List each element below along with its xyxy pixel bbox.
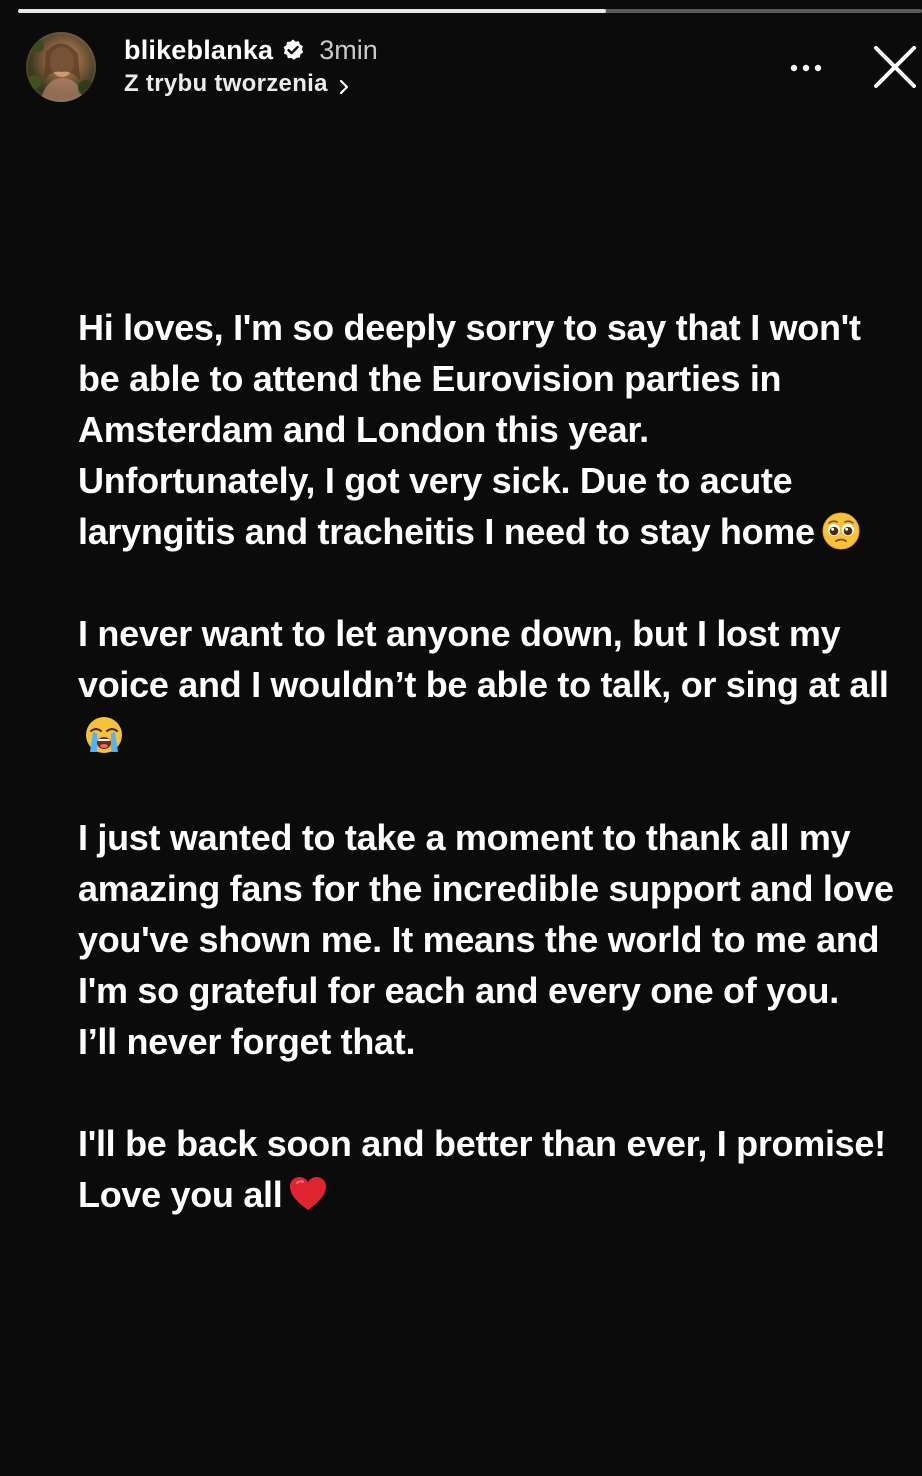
- paragraph-3-line-1: I just wanted to take a moment to thank …: [78, 817, 894, 1011]
- story-progress-bar: [18, 9, 922, 13]
- paragraph-1-line-1: Hi loves, I'm so deeply sorry to say tha…: [78, 307, 861, 450]
- paragraph-3-line-2: I’ll never forget that.: [78, 1021, 416, 1062]
- paragraph-4-text: I'll be back soon and better than ever, …: [78, 1123, 886, 1215]
- story-progress-fill: [18, 9, 606, 13]
- more-options-icon: [790, 64, 822, 72]
- pleading-face-emoji-icon: [821, 511, 861, 551]
- paragraph-3: I just wanted to take a moment to thank …: [78, 812, 898, 1067]
- avatar[interactable]: [26, 32, 96, 102]
- loudly-crying-face-emoji-icon: [84, 715, 124, 755]
- avatar-image: [27, 40, 94, 102]
- story-text: Hi loves, I'm so deeply sorry to say tha…: [78, 302, 898, 1220]
- close-button[interactable]: [868, 40, 922, 94]
- chevron-right-icon: [338, 75, 350, 95]
- more-options-button[interactable]: [782, 48, 834, 88]
- story-meta: blikeblanka 3min Z trybu tworzenia: [124, 32, 378, 98]
- posted-time: 3min: [319, 34, 378, 65]
- paragraph-1: Hi loves, I'm so deeply sorry to say tha…: [78, 302, 898, 557]
- red-heart-emoji-icon: [288, 1174, 328, 1214]
- paragraph-2: I never want to let anyone down, but I l…: [78, 608, 898, 761]
- paragraph-4: I'll be back soon and better than ever, …: [78, 1118, 898, 1220]
- verified-badge-icon: [281, 38, 305, 62]
- paragraph-2-text: I never want to let anyone down, but I l…: [78, 613, 889, 705]
- story-source-link[interactable]: Z trybu tworzenia: [124, 70, 378, 98]
- story-source-label: Z trybu tworzenia: [124, 70, 328, 97]
- story-header: blikeblanka 3min Z trybu tworzenia: [0, 28, 922, 108]
- username[interactable]: blikeblanka: [124, 35, 273, 66]
- close-icon: [874, 46, 916, 88]
- paragraph-1-line-2: Unfortunately, I got very sick. Due to a…: [78, 460, 815, 552]
